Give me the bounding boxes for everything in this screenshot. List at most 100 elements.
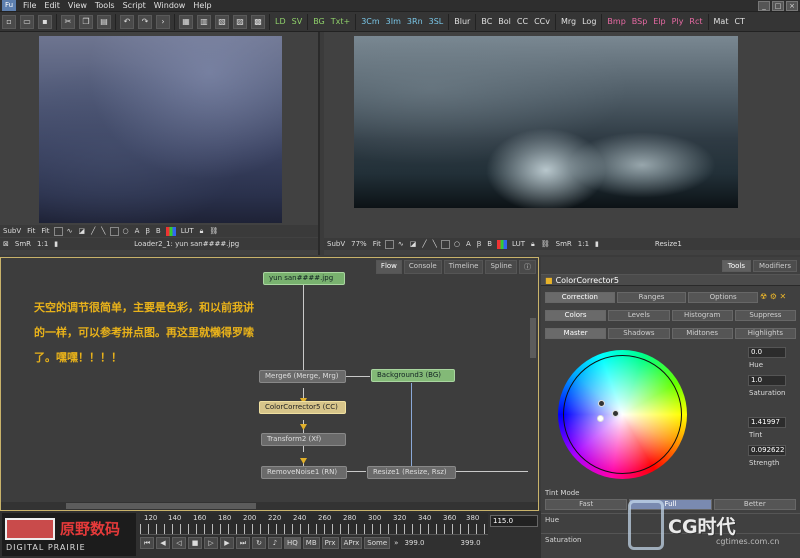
tab-options[interactable]: Options — [688, 292, 759, 303]
curve-icon[interactable]: ∿ — [395, 240, 407, 248]
node-merge[interactable]: Merge6 (Merge, Mrg) — [259, 370, 346, 383]
info-icon[interactable]: ⓘ — [519, 260, 536, 274]
tab-timeline[interactable]: Timeline — [443, 260, 484, 274]
open-icon[interactable]: ▭ — [20, 14, 34, 29]
wheel-handle[interactable] — [598, 400, 605, 407]
tint-field[interactable]: 1.41997 — [748, 417, 786, 428]
tool-ct[interactable]: CT — [731, 17, 747, 26]
save-icon[interactable]: ▪ — [38, 14, 52, 29]
tab-flow[interactable]: Flow — [375, 260, 402, 274]
menu-tools[interactable]: Tools — [91, 1, 119, 10]
step-back-icon[interactable]: ◀ — [156, 537, 170, 549]
histogram-button[interactable]: Histogram — [671, 310, 733, 321]
range-start-field[interactable]: 399.0 — [402, 539, 426, 547]
tool-bc[interactable]: BC — [478, 17, 495, 26]
text-style-icon[interactable]: Ꞵ — [142, 227, 152, 236]
tab-correction[interactable]: Correction — [545, 292, 615, 303]
node-removenoise[interactable]: RemoveNoise1 (RN) — [261, 466, 347, 479]
text-style-icon[interactable]: Ꞵ — [474, 240, 484, 249]
tint-fast-button[interactable]: Fast — [545, 499, 628, 510]
node-transform[interactable]: Transform2 (Xf) — [261, 433, 346, 446]
tool-bsp[interactable]: BSp — [629, 17, 651, 26]
audio-icon[interactable]: ♪ — [268, 537, 282, 549]
ratio-button[interactable]: 1:1 — [575, 240, 592, 248]
ratio-button[interactable]: 1:1 — [34, 240, 51, 248]
fit-button[interactable]: Fit — [38, 227, 52, 235]
new-icon[interactable]: ▫ — [2, 14, 16, 29]
tool-rct[interactable]: Rct — [686, 17, 705, 26]
tool-3im[interactable]: 3Im — [383, 17, 404, 26]
layout-icon[interactable]: ▧ — [215, 14, 229, 29]
zoom-dropdown[interactable]: 77% — [348, 240, 370, 248]
text-icon[interactable]: A — [463, 240, 474, 248]
mb-button[interactable]: MB — [302, 537, 320, 549]
fit-button[interactable]: Fit — [24, 227, 38, 235]
tool-3sl[interactable]: 3SL — [426, 17, 447, 26]
viewer-left[interactable]: SubV Fit Fit ∿ ◪ ╱ ╲ ○ A Ꞵ B LUT 🔒︎ ⛓ ⊠ … — [0, 32, 320, 255]
node-loader[interactable]: yun san####.jpg — [263, 272, 345, 285]
tab-tools[interactable]: Tools — [721, 259, 752, 272]
tool-bol[interactable]: Bol — [495, 17, 514, 26]
smr-button[interactable]: SmR — [553, 240, 575, 248]
prx-button[interactable]: Prx — [321, 537, 339, 549]
menu-edit[interactable]: Edit — [40, 1, 64, 10]
node-colorcorrector[interactable]: ColorCorrector5 (CC) — [259, 401, 346, 414]
gradient-icon[interactable]: ◪ — [407, 240, 420, 248]
redo-icon[interactable]: ↷ — [138, 14, 152, 29]
menu-help[interactable]: Help — [189, 1, 215, 10]
tab-console[interactable]: Console — [403, 260, 442, 274]
histogram-icon[interactable]: ▮ — [592, 240, 602, 248]
minimize-icon[interactable]: _ — [758, 1, 770, 11]
link-icon[interactable]: ⛓ — [206, 227, 221, 235]
expand-icon[interactable]: › — [156, 14, 170, 29]
smr-button[interactable]: SmR — [12, 240, 34, 248]
tool-text[interactable]: Txt+ — [328, 17, 353, 26]
maximize-icon[interactable]: □ — [772, 1, 784, 11]
loop-icon[interactable]: ↻ — [252, 537, 266, 549]
range-end-field[interactable]: 399.0 — [459, 539, 483, 547]
viewer-right[interactable]: SubV 77% Fit ∿ ◪ ╱ ╲ ○ A Ꞵ B LUT 🔒︎ ⛓ Sm… — [324, 32, 800, 255]
tab-spline[interactable]: Spline — [485, 260, 517, 274]
circle-icon[interactable]: ○ — [451, 240, 463, 248]
aprx-button[interactable]: APrx — [340, 537, 363, 549]
lock-icon[interactable]: 🔒︎ — [528, 240, 538, 249]
tool-mat[interactable]: Mat — [711, 17, 732, 26]
tint-better-button[interactable]: Better — [713, 499, 796, 510]
rectangle-icon[interactable] — [440, 239, 450, 249]
shadows-button[interactable]: Shadows — [608, 328, 670, 339]
curve-icon[interactable]: ∿ — [64, 227, 76, 235]
menu-view[interactable]: View — [64, 1, 91, 10]
histogram-icon[interactable]: ▮ — [51, 240, 61, 248]
paste-icon[interactable]: ▤ — [97, 14, 111, 29]
levels-button[interactable]: Levels — [608, 310, 670, 321]
hue-field[interactable]: 0.0 — [748, 347, 786, 358]
rectangle-icon[interactable] — [109, 226, 119, 236]
tool-log[interactable]: Log — [579, 17, 599, 26]
go-start-icon[interactable]: ⏮ — [140, 537, 154, 549]
go-end-icon[interactable]: ⏭ — [236, 537, 250, 549]
tool-elp[interactable]: Elp — [650, 17, 668, 26]
layout-icon[interactable]: ▦ — [179, 14, 193, 29]
play-reverse-icon[interactable]: ◁ — [172, 537, 186, 549]
pen-icon[interactable]: ╱ — [419, 240, 429, 248]
tool-ccv[interactable]: CCv — [531, 17, 553, 26]
hq-button[interactable]: HQ — [284, 537, 301, 549]
node-background[interactable]: Background3 (BG) — [371, 369, 455, 382]
scroll-thumb[interactable] — [66, 503, 256, 509]
rgb-channel-icon[interactable] — [497, 239, 508, 249]
checker-icon[interactable] — [53, 226, 63, 236]
gradient-icon[interactable]: ◪ — [75, 227, 88, 235]
tool-mrg[interactable]: Mrg — [558, 17, 579, 26]
layout-icon[interactable]: ▥ — [197, 14, 211, 29]
circle-icon[interactable]: ○ — [120, 227, 132, 235]
node-resize[interactable]: Resize1 (Resize, Rsz) — [367, 466, 456, 479]
tool-title[interactable]: ■ ColorCorrector5 — [541, 274, 800, 286]
settings-icons[interactable]: ☢ ⚙ ✕ — [760, 292, 796, 303]
brush-icon[interactable]: ╲ — [98, 227, 108, 235]
layout-icon[interactable]: ▨ — [233, 14, 247, 29]
rgb-channel-icon[interactable] — [165, 226, 176, 236]
layout-icon[interactable]: ▩ — [251, 14, 265, 29]
menu-script[interactable]: Script — [119, 1, 150, 10]
master-button[interactable]: Master — [545, 328, 607, 339]
close-icon[interactable]: × — [786, 1, 798, 11]
